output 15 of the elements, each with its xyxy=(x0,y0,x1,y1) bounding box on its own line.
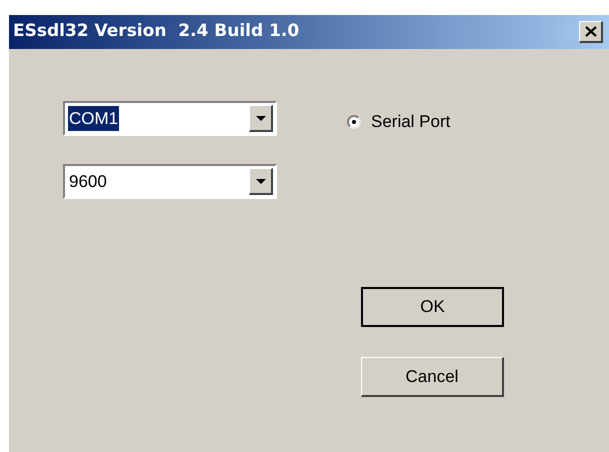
window-title: ESsdl32 Version 2.4 Build 1.0 xyxy=(13,20,300,44)
dropdown-value: COM1 xyxy=(68,106,120,132)
dialog-button[interactable]: OK xyxy=(361,287,504,327)
close-icon xyxy=(584,26,596,37)
dropdown-arrow-button[interactable] xyxy=(249,168,273,195)
dropdown-field[interactable]: COM1 xyxy=(63,101,277,136)
radio-button[interactable] xyxy=(347,114,361,129)
dropdown-field[interactable]: 9600 xyxy=(63,164,277,199)
radio-label: Serial Port xyxy=(371,111,450,133)
caret-icon xyxy=(256,116,266,120)
dialog-button[interactable]: Cancel xyxy=(361,357,504,397)
dropdown-arrow-button[interactable] xyxy=(249,105,273,132)
caret-icon xyxy=(256,178,266,184)
close-button[interactable] xyxy=(579,21,603,43)
dropdown-value: 9600 xyxy=(68,170,108,193)
